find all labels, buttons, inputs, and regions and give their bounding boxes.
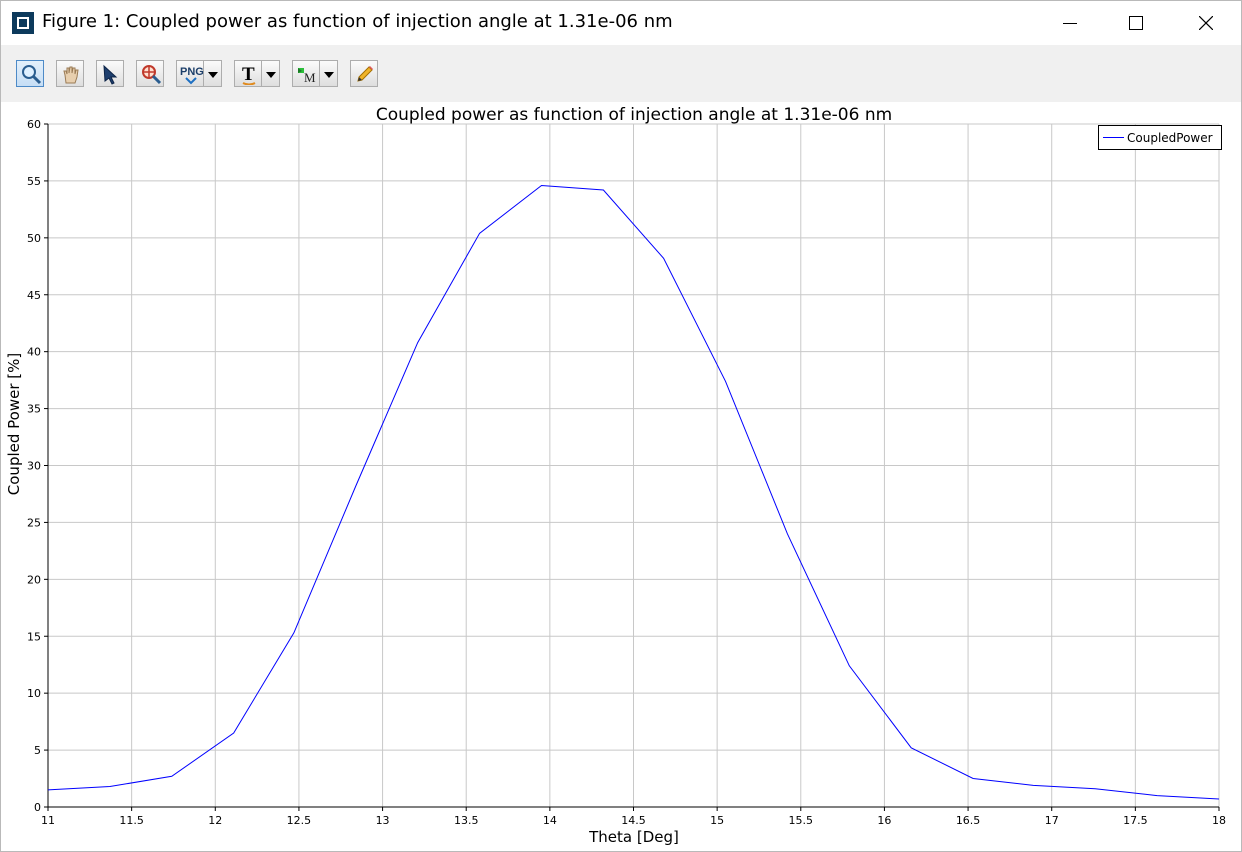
marker-m-icon: M [298, 68, 316, 85]
x-tick-label: 17.5 [1123, 814, 1148, 827]
y-tick-label: 15 [27, 630, 41, 643]
export-png-dropdown[interactable] [204, 60, 222, 87]
maximize-button[interactable] [1113, 1, 1159, 45]
y-tick-label: 45 [27, 289, 41, 302]
target-zoom-icon [142, 65, 162, 85]
grid-lines [47, 123, 1220, 808]
export-png-tool-button[interactable]: PNG [176, 60, 204, 87]
marker-tool-button[interactable]: M [292, 60, 320, 87]
hand-icon [63, 66, 79, 84]
y-axis-ticks: 0 5 10 15 20 25 30 35 40 45 50 55 60 [27, 118, 48, 814]
x-axis-label: Theta [Deg] [588, 828, 679, 846]
pencil-icon [357, 66, 373, 82]
zoom-tool-button[interactable] [16, 60, 44, 87]
plot-area[interactable]: Coupled power as function of injection a… [1, 102, 1241, 851]
edit-tool-button[interactable] [350, 60, 378, 87]
marker-tool-dropdown[interactable] [320, 60, 338, 87]
y-tick-label: 50 [27, 232, 41, 245]
x-tick-label: 14.5 [621, 814, 646, 827]
select-tool-button[interactable] [96, 60, 124, 87]
text-tool-label: T [242, 64, 255, 85]
png-export-label: PNG [180, 66, 204, 78]
y-tick-label: 0 [34, 801, 41, 814]
legend-entry-label: CoupledPower [1127, 131, 1213, 145]
x-tick-label: 12.5 [287, 814, 312, 827]
marker-tool-label: M [304, 70, 316, 85]
y-tick-label: 10 [27, 687, 41, 700]
y-tick-label: 20 [27, 573, 41, 586]
y-tick-label: 55 [27, 175, 41, 188]
x-tick-label: 18 [1212, 814, 1226, 827]
app-icon [12, 12, 34, 34]
arrow-cursor-icon [103, 64, 118, 85]
x-axis-ticks: 11 11.5 12 12.5 13 13.5 14 14.5 15 15.5 16 16.5 17 17… [41, 807, 1226, 827]
x-tick-label: 12 [208, 814, 222, 827]
maximize-icon [1129, 16, 1143, 30]
y-tick-label: 30 [27, 460, 41, 473]
minimize-button[interactable] [1047, 1, 1093, 45]
x-tick-label: 14 [543, 814, 557, 827]
y-tick-label: 5 [34, 744, 41, 757]
x-tick-label: 16.5 [956, 814, 981, 827]
pan-tool-button[interactable] [56, 60, 84, 87]
close-icon [1199, 16, 1213, 30]
x-tick-label: 13 [376, 814, 390, 827]
zoom-target-tool-button[interactable] [136, 60, 164, 87]
x-tick-label: 15 [710, 814, 724, 827]
y-axis-label: Coupled Power [%] [5, 353, 23, 495]
x-tick-label: 17 [1045, 814, 1059, 827]
close-button[interactable] [1183, 1, 1229, 45]
y-tick-label: 60 [27, 118, 41, 131]
title-bar[interactable]: Figure 1: Coupled power as function of i… [1, 1, 1241, 45]
text-tool-dropdown[interactable] [262, 60, 280, 87]
x-tick-label: 13.5 [454, 814, 479, 827]
y-tick-label: 25 [27, 516, 41, 529]
magnifier-icon [22, 65, 42, 85]
toolbar: PNG T M [1, 45, 1241, 102]
figure-window: Figure 1: Coupled power as function of i… [0, 0, 1242, 852]
x-tick-label: 15.5 [789, 814, 814, 827]
y-tick-label: 40 [27, 346, 41, 359]
x-tick-label: 11 [41, 814, 55, 827]
coupled-power-chart[interactable]: Coupled power as function of injection a… [1, 102, 1241, 851]
y-tick-label: 35 [27, 403, 41, 416]
chart-title: Coupled power as function of injection a… [376, 105, 892, 125]
text-tool-button[interactable]: T [234, 60, 262, 87]
window-title: Figure 1: Coupled power as function of i… [42, 11, 673, 32]
text-t-icon: T [242, 64, 256, 85]
legend[interactable]: CoupledPower [1098, 125, 1222, 150]
png-export-icon: PNG [180, 66, 204, 85]
x-tick-label: 11.5 [119, 814, 144, 827]
minimize-icon [1063, 23, 1077, 24]
x-tick-label: 16 [877, 814, 891, 827]
